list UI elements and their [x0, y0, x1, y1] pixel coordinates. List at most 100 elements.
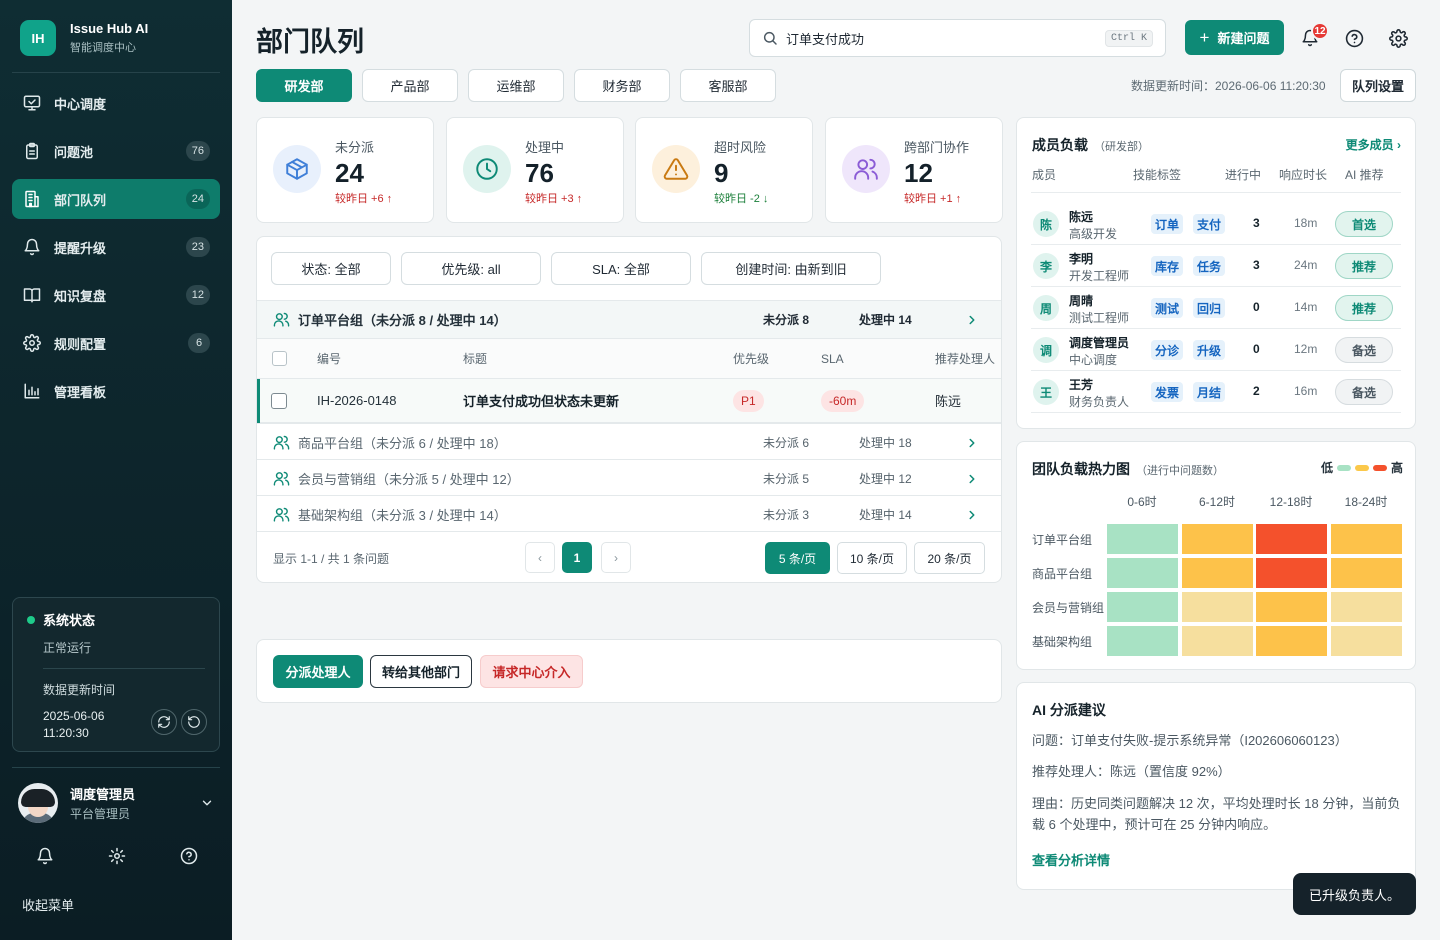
heatmap-cell[interactable] — [1256, 592, 1327, 622]
tab-finance[interactable]: 财务部 — [574, 69, 670, 102]
transfer-dept-button[interactable]: 转给其他部门 — [370, 655, 472, 688]
heatmap-cell[interactable] — [1256, 558, 1327, 588]
queue-settings-button[interactable]: 队列设置 — [1340, 69, 1416, 102]
notifications-button[interactable]: 12 — [1298, 22, 1329, 50]
sidebar-item-label: 规则配置 — [54, 336, 107, 352]
sidebar-item-label: 知识复盘 — [54, 288, 107, 304]
ai-recommend-button[interactable]: 备选 — [1335, 379, 1393, 405]
group-header-order-platform[interactable]: 订单平台组（未分派 8 / 处理中 14） 未分派 8 处理中 14 — [257, 300, 1001, 338]
system-status-card: 系统状态 正常运行 数据更新时间 2025-06-06 11:20:30 — [12, 597, 220, 752]
col-title: 标题 — [463, 352, 488, 366]
ai-recommend-button[interactable]: 推荐 — [1335, 253, 1393, 279]
request-center-button[interactable]: 请求中心介入 — [480, 655, 583, 688]
help-button[interactable] — [1342, 26, 1366, 50]
tab-rd[interactable]: 研发部 — [256, 69, 352, 102]
heatmap-cell[interactable] — [1330, 592, 1402, 622]
sla-filter[interactable]: SLA: 全部 — [551, 252, 691, 285]
prev-page-button[interactable]: ‹ — [525, 542, 555, 573]
col-id: 编号 — [317, 352, 342, 366]
stat-value: 9 — [714, 158, 729, 188]
sidebar-divider — [12, 767, 220, 768]
divider — [257, 531, 1001, 532]
refresh-button[interactable] — [151, 709, 177, 735]
page-size-10[interactable]: 10 条/页 — [837, 542, 907, 574]
sidebar-item-dashboard[interactable]: 管理看板 — [12, 371, 220, 411]
assign-handler-button[interactable]: 分派处理人 — [273, 655, 363, 688]
more-members-link[interactable]: 更多成员 › — [1346, 136, 1401, 153]
reset-button[interactable] — [181, 709, 207, 735]
stat-delta: 较昨日 +6 ↑ — [335, 193, 393, 205]
ai-recommend-button[interactable]: 备选 — [1335, 337, 1393, 363]
table-header: 编号 标题 优先级 SLA 推荐处理人 — [257, 338, 1001, 378]
member-row[interactable]: 李李明 开发工程师 库存 任务 3 24m 推荐 — [1031, 245, 1401, 287]
search-box[interactable]: Ctrl K — [749, 19, 1166, 57]
heatmap-cell[interactable] — [1107, 626, 1178, 656]
group-header-product-platform[interactable]: 商品平台组（未分派 6 / 处理中 18） 未分派 6 处理中 18 — [257, 423, 1001, 461]
priority-filter[interactable]: 优先级: all — [401, 252, 541, 285]
row-checkbox[interactable] — [271, 392, 287, 409]
page-button[interactable]: 1 — [562, 542, 592, 573]
issue-title[interactable]: 订单支付成功但状态未更新 — [463, 391, 619, 410]
heatmap-cell[interactable] — [1181, 524, 1253, 554]
created-time-sort[interactable]: 创建时间: 由新到旧 — [701, 252, 881, 285]
sidebar-item-alerts[interactable]: 提醒升级 23 — [12, 227, 220, 267]
ai-recommend-button[interactable]: 推荐 — [1335, 295, 1393, 321]
settings-button[interactable] — [1386, 26, 1410, 50]
user-profile[interactable]: 调度管理员 平台管理员 — [18, 783, 214, 823]
next-page-button[interactable]: › — [601, 542, 631, 573]
stat-card-unassigned[interactable]: 未分派 24 较昨日 +6 ↑ — [256, 117, 434, 223]
sidebar-item-dept-queue[interactable]: 部门队列 24 — [12, 179, 220, 219]
sidebar-item-central-dispatch[interactable]: 中心调度 — [12, 83, 220, 123]
heatmap-cell[interactable] — [1181, 558, 1253, 588]
search-input[interactable] — [786, 30, 1105, 46]
heatmap-cell[interactable] — [1330, 558, 1402, 588]
heatmap-cell[interactable] — [1181, 592, 1253, 622]
group-header-member-marketing[interactable]: 会员与营销组（未分派 5 / 处理中 12） 未分派 5 处理中 12 — [257, 459, 1001, 497]
heatmap-cell[interactable] — [1256, 626, 1327, 656]
page-size-20[interactable]: 20 条/页 — [914, 542, 985, 574]
chevron-down-icon[interactable] — [200, 796, 214, 810]
sidebar-item-knowledge[interactable]: 知识复盘 12 — [12, 275, 220, 315]
tab-ops[interactable]: 运维部 — [468, 69, 564, 102]
stat-value: 12 — [904, 158, 933, 188]
status-filter[interactable]: 状态: 全部 — [271, 252, 391, 285]
heatmap-cell[interactable] — [1330, 524, 1402, 554]
view-analysis-link[interactable]: 查看分析详情 — [1032, 850, 1110, 871]
plus-icon: + — [1199, 27, 1210, 47]
heatmap-cell[interactable] — [1107, 558, 1178, 588]
heatmap-cell[interactable] — [1181, 626, 1253, 656]
member-row[interactable]: 陈陈远 高级开发 订单 支付 3 18m 首选 — [1031, 203, 1401, 245]
stat-card-processing[interactable]: 处理中 76 较昨日 +3 ↑ — [446, 117, 624, 223]
tab-product[interactable]: 产品部 — [362, 69, 458, 102]
member-row[interactable]: 调调度管理员 中心调度 分诊 升级 0 12m 备选 — [1031, 329, 1401, 371]
bell-icon[interactable] — [36, 847, 54, 865]
user-role: 平台管理员 — [70, 807, 131, 821]
page-size-5[interactable]: 5 条/页 — [765, 542, 830, 574]
collapse-menu-button[interactable]: 收起菜单 — [22, 895, 74, 914]
heatmap-cell[interactable] — [1107, 592, 1178, 622]
heatmap-row-label: 会员与营销组 — [1032, 601, 1105, 615]
help-icon[interactable] — [180, 847, 198, 865]
gear-icon[interactable] — [108, 847, 126, 865]
table-row[interactable]: IH-2026-0148 订单支付成功但状态未更新 P1 -60m 陈远 — [257, 378, 1001, 424]
stat-card-timeout-risk[interactable]: 超时风险 9 较昨日 -2 ↓ — [635, 117, 813, 223]
sidebar-item-badge: 6 — [188, 333, 210, 353]
stat-label: 未分派 — [335, 140, 375, 155]
sidebar-item-issue-pool[interactable]: 问题池 76 — [12, 131, 220, 171]
member-row[interactable]: 周周晴 测试工程师 测试 回归 0 14m 推荐 — [1031, 287, 1401, 329]
sidebar-item-rules[interactable]: 规则配置 6 — [12, 323, 220, 363]
member-row[interactable]: 王王芳 财务负责人 发票 月结 2 16m 备选 — [1031, 371, 1401, 413]
avatar — [18, 783, 58, 823]
skill-tag: 分诊 — [1151, 340, 1183, 360]
new-issue-button[interactable]: + 新建问题 — [1185, 20, 1284, 55]
tab-service[interactable]: 客服部 — [680, 69, 776, 102]
member-load-title: 成员负载 （研发部） — [1032, 137, 1149, 153]
ai-recommend-button[interactable]: 首选 — [1335, 211, 1393, 237]
heatmap-cell[interactable] — [1256, 524, 1327, 554]
dept-tabs: 研发部 产品部 运维部 财务部 客服部 — [256, 69, 786, 102]
select-all-checkbox[interactable] — [272, 351, 287, 366]
group-header-infrastructure[interactable]: 基础架构组（未分派 3 / 处理中 14） 未分派 3 处理中 14 — [257, 495, 1001, 533]
stat-card-cross-dept[interactable]: 跨部门协作 12 较昨日 +1 ↑ — [825, 117, 1003, 223]
heatmap-cell[interactable] — [1330, 626, 1402, 656]
heatmap-cell[interactable] — [1107, 524, 1178, 554]
